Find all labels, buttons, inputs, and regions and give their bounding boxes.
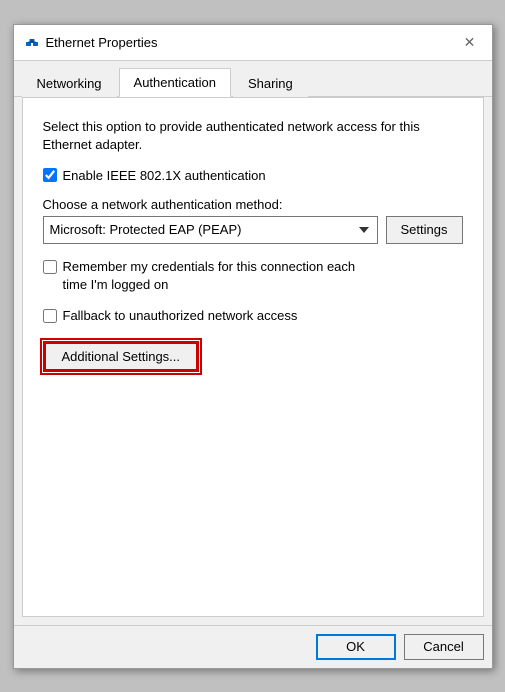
enable-ieee-checkbox[interactable] xyxy=(43,168,57,182)
remember-credentials-row: Remember my credentials for this connect… xyxy=(43,258,463,294)
fallback-checkbox[interactable] xyxy=(43,309,57,323)
auth-method-dropdown[interactable]: Microsoft: Protected EAP (PEAP) Microsof… xyxy=(43,216,378,244)
method-label: Choose a network authentication method: xyxy=(43,197,463,212)
fallback-row: Fallback to unauthorized network access xyxy=(43,308,463,323)
description-text: Select this option to provide authentica… xyxy=(43,118,463,154)
tab-authentication[interactable]: Authentication xyxy=(119,68,231,97)
method-section: Choose a network authentication method: … xyxy=(43,197,463,244)
content-panel: Select this option to provide authentica… xyxy=(22,97,484,617)
dropdown-row: Microsoft: Protected EAP (PEAP) Microsof… xyxy=(43,216,463,244)
settings-button[interactable]: Settings xyxy=(386,216,463,244)
enable-ieee-row: Enable IEEE 802.1X authentication xyxy=(43,168,463,183)
network-adapter-icon xyxy=(24,34,40,50)
tab-networking[interactable]: Networking xyxy=(22,69,117,97)
fallback-label: Fallback to unauthorized network access xyxy=(63,308,298,323)
close-button[interactable]: ✕ xyxy=(458,30,482,54)
window-title: Ethernet Properties xyxy=(46,35,158,50)
cancel-button[interactable]: Cancel xyxy=(404,634,484,660)
remember-credentials-checkbox[interactable] xyxy=(43,260,57,274)
additional-settings-container: Additional Settings... xyxy=(43,341,463,372)
tab-sharing[interactable]: Sharing xyxy=(233,69,308,97)
ethernet-properties-window: Ethernet Properties ✕ Networking Authent… xyxy=(13,24,493,669)
title-bar: Ethernet Properties ✕ xyxy=(14,25,492,61)
tabs-bar: Networking Authentication Sharing xyxy=(14,61,492,97)
ok-button[interactable]: OK xyxy=(316,634,396,660)
additional-settings-button[interactable]: Additional Settings... xyxy=(43,341,200,372)
enable-ieee-label: Enable IEEE 802.1X authentication xyxy=(63,168,266,183)
title-bar-left: Ethernet Properties xyxy=(24,34,158,50)
footer-buttons: OK Cancel xyxy=(14,625,492,668)
remember-credentials-label: Remember my credentials for this connect… xyxy=(63,258,356,294)
